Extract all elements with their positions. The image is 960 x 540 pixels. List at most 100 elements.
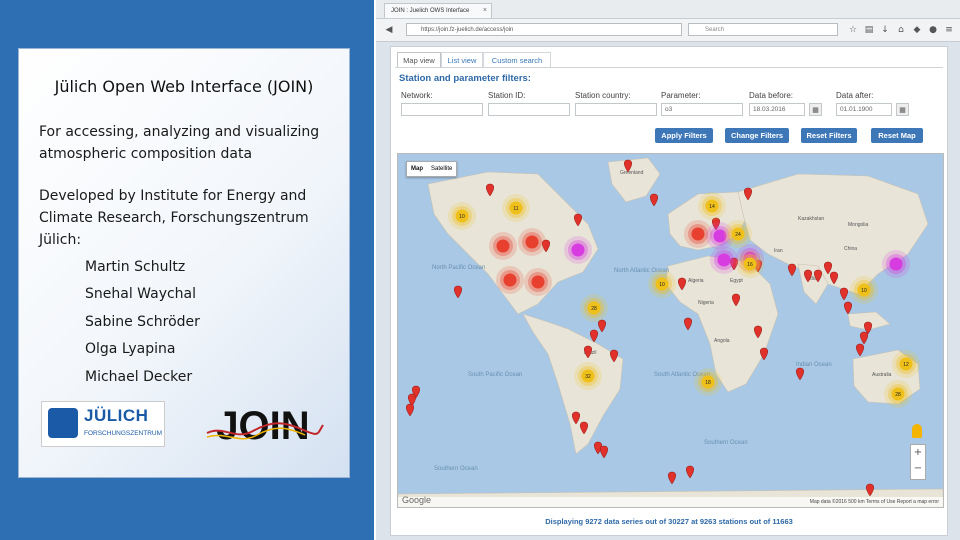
cluster-count: 10 <box>861 288 867 294</box>
station-marker-icon[interactable] <box>840 287 848 301</box>
calendar-icon[interactable]: ▦ <box>896 103 909 116</box>
station-marker-icon[interactable] <box>844 301 852 315</box>
close-icon[interactable]: × <box>483 4 487 18</box>
station-marker-icon[interactable] <box>590 329 598 343</box>
cluster-marker[interactable] <box>518 228 546 256</box>
station-marker-icon[interactable] <box>684 317 692 331</box>
apply-filters-button[interactable]: Apply Filters <box>655 128 713 143</box>
data-after-label: Data after: <box>836 91 874 100</box>
cluster-marker[interactable]: 28 <box>884 380 912 408</box>
developer-name: Sabine Schröder <box>85 314 200 330</box>
cluster-count: 10 <box>659 282 665 288</box>
cluster-marker[interactable]: 10 <box>448 202 476 230</box>
station-marker-icon[interactable] <box>788 263 796 277</box>
station-marker-icon[interactable] <box>454 285 462 299</box>
land-label: Angola <box>714 338 730 344</box>
browser-toolbar: ◀ https://join.fz-juelich.de/access/join… <box>376 19 960 42</box>
land-label: Algeria <box>688 278 704 284</box>
extension-icon[interactable]: ◆ <box>912 25 922 35</box>
cluster-marker[interactable]: 16 <box>736 250 764 278</box>
station-marker-icon[interactable] <box>406 403 414 417</box>
map-type-map[interactable]: Map <box>407 162 427 176</box>
cluster-marker[interactable]: 11 <box>502 194 530 222</box>
parameter-label: Parameter: <box>661 91 701 100</box>
ocean-label: Southern Ocean <box>434 466 478 472</box>
cluster-marker[interactable] <box>564 236 592 264</box>
developer-name: Michael Decker <box>85 369 193 385</box>
browser-titlebar: JOIN : Juelich OWS Interface × <box>376 0 960 19</box>
star-icon[interactable]: ☆ <box>848 25 858 35</box>
reset-map-button[interactable]: Reset Map <box>871 128 923 143</box>
zoom-in-icon[interactable]: + <box>911 445 925 461</box>
pegman-icon[interactable] <box>912 424 922 438</box>
station-marker-icon[interactable] <box>856 343 864 357</box>
reset-filters-button[interactable]: Reset Filters <box>801 128 857 143</box>
menu-icon[interactable]: ≡ <box>944 25 954 35</box>
description-text: For accessing, analyzing and visualizing… <box>39 124 320 162</box>
land-label: China <box>844 246 857 252</box>
browser-window: JOIN : Juelich OWS Interface × ◀ https:/… <box>376 0 960 540</box>
station-marker-icon[interactable] <box>600 445 608 459</box>
tab-divider <box>395 67 943 68</box>
url-bar[interactable]: https://join.fz-juelich.de/access/join <box>406 23 682 36</box>
cluster-marker[interactable] <box>882 250 910 278</box>
cluster-marker[interactable]: 14 <box>698 192 726 220</box>
download-icon[interactable]: ↓ <box>880 25 890 35</box>
chat-icon[interactable]: ● <box>928 25 938 35</box>
data-before-field[interactable]: 18.03.2016 <box>749 103 805 116</box>
cluster-marker[interactable]: 32 <box>574 362 602 390</box>
browser-tab-title: JOIN : Juelich OWS Interface <box>391 8 470 14</box>
station-marker-icon[interactable] <box>686 465 694 479</box>
station-marker-icon[interactable] <box>650 193 658 207</box>
tab-list-view[interactable]: List view <box>441 52 483 68</box>
join-logo: JOIN <box>206 404 324 448</box>
search-input[interactable]: Search <box>688 23 838 36</box>
data-after-field[interactable]: 01.01.1900 <box>836 103 892 116</box>
cluster-count: 12 <box>903 362 909 368</box>
cluster-count: 18 <box>705 380 711 386</box>
map-type-satellite[interactable]: Satellite <box>427 162 456 176</box>
parameter-field[interactable]: o3 <box>661 103 743 116</box>
slide-title: Jülich Open Web Interface (JOIN) <box>54 77 314 96</box>
tab-custom-search[interactable]: Custom search <box>483 52 551 68</box>
developed-by-text: Developed by Institute for Energy and Cl… <box>39 188 309 248</box>
network-field[interactable] <box>401 103 483 116</box>
cluster-marker[interactable]: 28 <box>580 294 608 322</box>
cluster-marker[interactable]: 10 <box>850 276 878 304</box>
change-filters-button[interactable]: Change Filters <box>725 128 789 143</box>
land-label: Kazakhstan <box>798 216 824 222</box>
cluster-marker[interactable] <box>710 246 738 274</box>
back-icon[interactable]: ◀ <box>384 25 394 35</box>
juelich-logo-word: JÜLICH <box>84 406 149 425</box>
calendar-icon[interactable]: ▦ <box>809 103 822 116</box>
browser-tab[interactable]: JOIN : Juelich OWS Interface × <box>384 3 492 18</box>
clipboard-icon[interactable]: ▤ <box>864 25 874 35</box>
home-icon[interactable]: ⌂ <box>896 25 906 35</box>
filters-title: Station and parameter filters: <box>399 73 531 84</box>
world-map[interactable]: North Pacific Ocean North Atlantic Ocean… <box>398 154 943 507</box>
station-id-field[interactable] <box>488 103 570 116</box>
developer-name: Olga Lyapina <box>85 341 176 357</box>
station-marker-icon[interactable] <box>598 319 606 333</box>
cluster-marker[interactable]: 10 <box>648 270 676 298</box>
juelich-logo: JÜLICH FORSCHUNGSZENTRUM <box>41 401 165 447</box>
station-marker-icon[interactable] <box>860 331 868 345</box>
station-marker-icon[interactable] <box>668 471 676 485</box>
cluster-count: 24 <box>735 232 741 238</box>
station-country-field[interactable] <box>575 103 657 116</box>
cluster-marker[interactable] <box>524 268 552 296</box>
tab-map-view[interactable]: Map view <box>397 52 441 68</box>
cluster-marker[interactable] <box>496 266 524 294</box>
join-page: Map view List view Custom search Station… <box>390 46 948 536</box>
cluster-count: 11 <box>513 206 518 212</box>
zoom-out-icon[interactable]: − <box>911 461 925 477</box>
cluster-count: 10 <box>459 214 465 220</box>
station-id-label: Station ID: <box>488 91 526 100</box>
zoom-control[interactable]: + − <box>910 444 926 480</box>
cluster-marker[interactable] <box>489 232 517 260</box>
cluster-marker[interactable]: 12 <box>892 350 920 378</box>
station-map[interactable]: North Pacific Ocean North Atlantic Ocean… <box>397 153 944 508</box>
cluster-marker[interactable]: 24 <box>724 220 752 248</box>
station-marker-icon[interactable] <box>796 367 804 381</box>
cluster-marker[interactable]: 18 <box>694 368 722 396</box>
